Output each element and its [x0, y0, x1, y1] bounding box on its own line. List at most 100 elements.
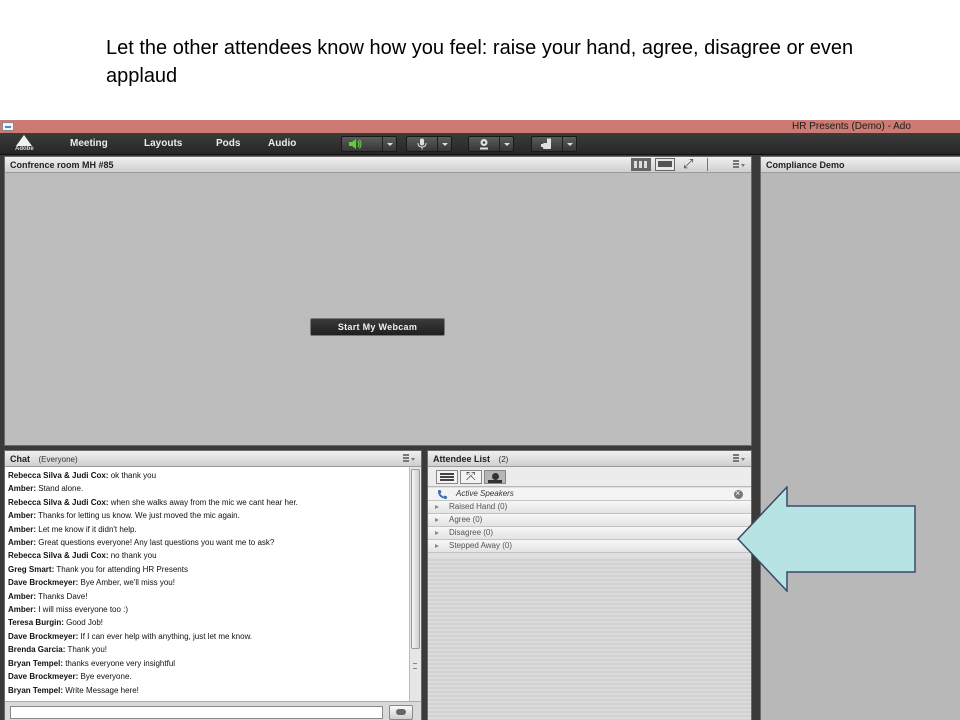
chat-message: Dave Brockmeyer: Bye everyone. — [8, 670, 406, 683]
chat-text: no thank you — [108, 551, 157, 561]
status-group-disagree[interactable]: Disagree (0) — [428, 527, 751, 540]
chat-sender: Teresa Burgin: — [8, 618, 64, 628]
grid-view-icon[interactable] — [631, 158, 651, 171]
camera-voice-pod: Confrence room MH #85 Start My Webcam — [4, 156, 752, 446]
connect-meeting-window: HR Presents (Demo) - Ado Adobe Meeting L… — [0, 120, 960, 720]
pod-options-menu-icon[interactable] — [733, 454, 745, 463]
chat-text: If I can ever help with anything, just l… — [78, 631, 253, 641]
chat-sender: Amber: — [8, 511, 37, 521]
scrollbar-grip — [413, 663, 417, 669]
chat-sender: Greg Smart: — [8, 564, 55, 574]
raise-hand-button[interactable] — [531, 136, 577, 152]
attendee-title-text: Attendee List — [433, 454, 491, 464]
chat-message: Bryan Tempel: Write Message here! — [8, 684, 406, 697]
chat-text: ok thank you — [108, 471, 157, 480]
status-dropdown-chevron-icon[interactable] — [562, 137, 576, 151]
chat-scrollbar[interactable] — [409, 467, 421, 701]
phone-icon — [438, 490, 447, 499]
share-pod-title: Compliance Demo — [766, 160, 845, 170]
scrollbar-thumb[interactable] — [411, 469, 420, 649]
speaker-icon — [349, 139, 362, 149]
chat-sender: Bryan Tempel: — [8, 685, 63, 695]
expand-triangle-icon — [435, 518, 439, 522]
camera-video-area: Start My Webcam — [5, 173, 751, 445]
adobe-logo-icon: Adobe — [12, 134, 38, 154]
menu-pods[interactable]: Pods — [216, 137, 240, 150]
active-speakers-row: Active Speakers — [428, 487, 751, 501]
status-group-label: Stepped Away (0) — [449, 541, 513, 550]
chat-sender: Rebecca Silva & Judi Cox: — [8, 471, 109, 480]
status-group-label: Agree (0) — [449, 515, 483, 524]
chat-message: Amber: Great questions everyone! Any las… — [8, 536, 406, 549]
slide: Let the other attendees know how you fee… — [0, 0, 960, 720]
chat-text: Thank you for attending HR Presents — [54, 564, 188, 574]
microphone-button[interactable] — [406, 136, 452, 152]
status-group-raised-hand[interactable]: Raised Hand (0) — [428, 501, 751, 514]
chat-sender: Amber: — [8, 538, 37, 548]
list-view-icon[interactable] — [436, 470, 458, 484]
slide-caption: Let the other attendees know how you fee… — [106, 37, 854, 87]
chat-title-text: Chat — [10, 454, 30, 464]
window-title: HR Presents (Demo) - Ado — [792, 121, 911, 132]
chat-message: Rebecca Silva & Judi Cox: ok thank you — [8, 469, 406, 482]
send-message-button[interactable] — [389, 705, 413, 720]
microphone-dropdown-chevron-icon[interactable] — [437, 137, 451, 151]
status-group-stepped-away[interactable]: Stepped Away (0) — [428, 540, 751, 553]
speaker-button[interactable] — [341, 136, 397, 152]
breakout-view-icon[interactable] — [460, 469, 482, 484]
chat-sender: Amber: — [8, 484, 37, 494]
chat-message: Dave Brockmeyer: Bye Amber, we'll miss y… — [8, 576, 406, 589]
attendee-list-body: Active Speakers Raised Hand (0) Agree (0… — [428, 467, 751, 720]
expand-triangle-icon — [435, 531, 439, 535]
filmstrip-view-icon[interactable] — [655, 158, 675, 171]
fullscreen-icon[interactable] — [681, 156, 701, 172]
menu-layouts[interactable]: Layouts — [144, 137, 182, 150]
attendee-view-toolbar — [428, 467, 751, 487]
chat-sender: Dave Brockmeyer: — [8, 631, 79, 641]
chat-sender: Bryan Tempel: — [8, 658, 63, 668]
chat-compose-bar — [5, 701, 421, 720]
chat-text: Write Message here! — [62, 685, 139, 695]
status-view-icon[interactable] — [484, 470, 506, 484]
webcam-button[interactable] — [468, 136, 514, 152]
chat-text: Bye everyone. — [78, 672, 132, 682]
menu-bar: Adobe Meeting Layouts Pods Audio — [0, 133, 960, 155]
chat-message: Amber: Thanks Dave! — [8, 590, 406, 603]
chat-sender: Dave Brockmeyer: — [8, 672, 79, 682]
webcam-dropdown-chevron-icon[interactable] — [499, 137, 513, 151]
status-group-agree[interactable]: Agree (0) — [428, 514, 751, 527]
chat-pod: Chat (Everyone) Rebecca Silva & Judi Cox… — [4, 450, 422, 720]
speaker-dropdown-chevron-icon[interactable] — [382, 137, 396, 151]
menu-audio[interactable]: Audio — [268, 137, 296, 150]
chat-text: Stand alone. — [36, 484, 84, 494]
attendee-list-pod: Attendee List (2) Active Speakers — [427, 450, 752, 720]
chat-sender: Amber: — [8, 591, 37, 601]
chat-message: Rebecca Silva & Judi Cox: no thank you — [8, 549, 406, 562]
callout-arrow-icon — [737, 486, 916, 592]
chat-sender: Amber: — [8, 605, 37, 615]
pod-options-menu-icon[interactable] — [403, 454, 415, 463]
menu-meeting[interactable]: Meeting — [70, 137, 108, 150]
window-titlebar: HR Presents (Demo) - Ado — [0, 120, 960, 133]
chat-message-input[interactable] — [10, 706, 383, 719]
chat-sender: Rebecca Silva & Judi Cox: — [8, 497, 109, 507]
pod-header: Attendee List (2) — [428, 451, 751, 467]
chat-text: Good Job! — [63, 618, 104, 628]
expand-triangle-icon — [435, 505, 439, 509]
chat-message: Amber: Stand alone. — [8, 482, 406, 495]
share-pod: Compliance Demo — [760, 156, 960, 720]
chat-text: I will miss everyone too :) — [36, 605, 129, 615]
camera-view-controls — [631, 156, 711, 172]
chat-text: when she walks away from the mic we cant… — [108, 497, 298, 507]
status-group-label: Raised Hand (0) — [449, 502, 508, 511]
start-webcam-button[interactable]: Start My Webcam — [310, 318, 445, 336]
chat-sender: Brenda Garcia: — [8, 645, 66, 655]
chat-message: Bryan Tempel: thanks everyone very insig… — [8, 657, 406, 670]
chat-text: Bye Amber, we'll miss you! — [78, 578, 175, 588]
app-icon — [2, 122, 14, 131]
chat-message: Brenda Garcia: Thank you! — [8, 643, 406, 656]
status-group-label: Disagree (0) — [449, 528, 494, 537]
expand-triangle-icon — [435, 544, 439, 548]
pod-options-menu-icon[interactable] — [733, 160, 745, 169]
webcam-icon — [480, 139, 488, 150]
